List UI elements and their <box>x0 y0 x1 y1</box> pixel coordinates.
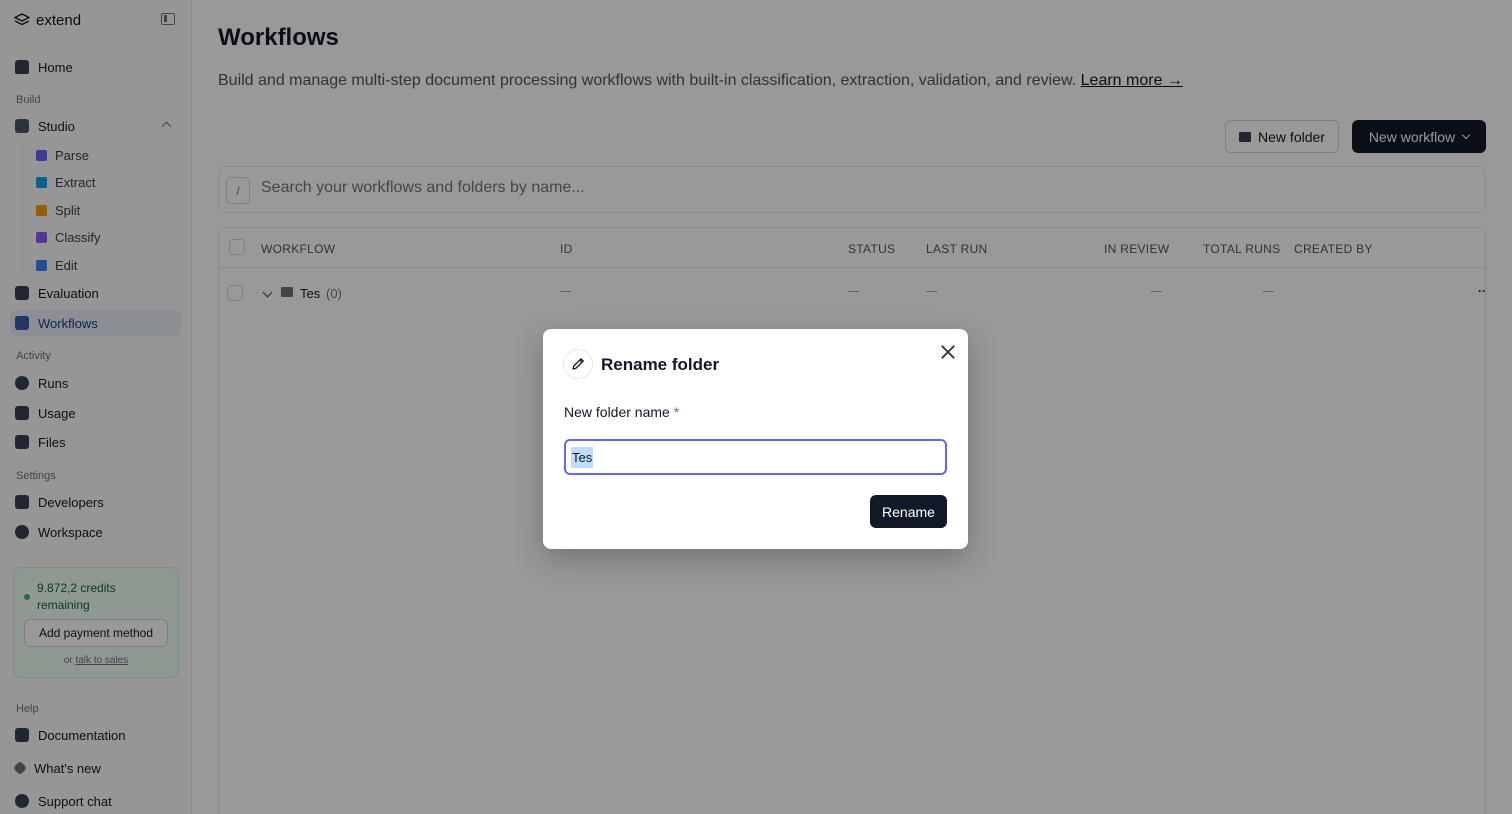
required-marker: * <box>673 404 680 420</box>
rename-folder-dialog: Rename folder New folder name * Tes Rena… <box>543 329 968 549</box>
pencil-icon <box>563 349 593 379</box>
dialog-title: Rename folder <box>601 355 720 374</box>
folder-name-label: New folder name * <box>564 404 679 420</box>
folder-name-label-text: New folder name <box>564 404 670 420</box>
close-icon[interactable] <box>937 341 959 363</box>
folder-name-value: Tes <box>571 446 594 468</box>
rename-button[interactable]: Rename <box>870 495 947 528</box>
folder-name-input[interactable]: Tes <box>564 439 947 475</box>
